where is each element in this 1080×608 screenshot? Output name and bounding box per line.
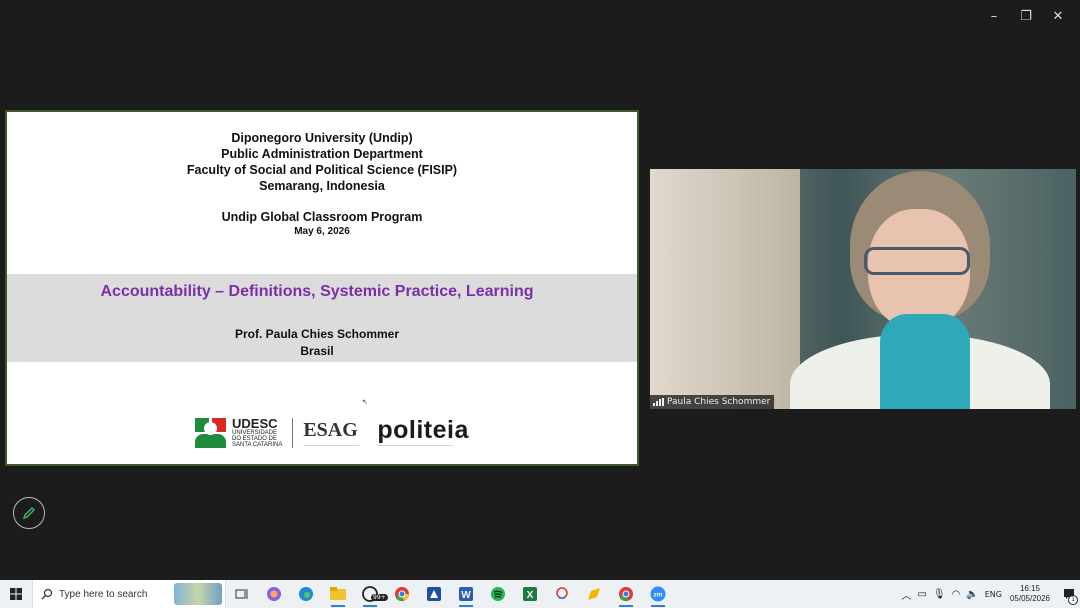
udesc-sub: SANTA CATARINA xyxy=(232,442,283,448)
excel-button[interactable]: X xyxy=(514,580,546,608)
edge-icon xyxy=(299,587,313,601)
clock-date: 05/05/2026 xyxy=(1009,594,1051,603)
word-button[interactable]: W xyxy=(450,580,482,608)
esag-logo: ESAG —————————————— xyxy=(303,419,359,447)
task-view-button[interactable] xyxy=(226,580,258,608)
esag-name: ESAG xyxy=(303,418,358,441)
window-controls: – ❐ ✕ xyxy=(978,6,1074,26)
wifi-icon[interactable]: ◠ xyxy=(952,589,961,600)
esag-tagline: —————————————— xyxy=(303,441,360,447)
signal-icon xyxy=(653,398,664,406)
clock[interactable]: 16:15 05/05/2026 xyxy=(1008,584,1052,604)
chrome-button[interactable] xyxy=(386,580,418,608)
app-button[interactable] xyxy=(418,580,450,608)
notification-count: 1 xyxy=(1068,595,1078,605)
close-button[interactable]: ✕ xyxy=(1042,6,1074,26)
file-explorer-button[interactable] xyxy=(322,580,354,608)
search-icon xyxy=(41,588,53,600)
header-line: Public Administration Department xyxy=(221,147,423,161)
clock-time: 16:15 xyxy=(1019,584,1041,593)
chevron-up-icon[interactable]: ︿ xyxy=(901,587,911,602)
participant-nameplate: Paula Chies Schommer xyxy=(650,395,775,409)
image-app-icon xyxy=(427,587,441,601)
person-scarf xyxy=(880,314,970,409)
slide-header: Diponegoro University (Undip) Public Adm… xyxy=(7,130,637,194)
zoom-button[interactable]: zm xyxy=(642,580,674,608)
active-indicator xyxy=(363,605,377,607)
word-icon: W xyxy=(459,587,473,601)
active-indicator xyxy=(459,605,473,607)
shared-slide: Diponegoro University (Undip) Public Adm… xyxy=(5,110,639,466)
politeia-logo: politeia ——————————————————— xyxy=(377,416,469,448)
person-glasses xyxy=(864,247,970,275)
zoom-icon: zm xyxy=(650,586,666,602)
politeia-name: politeia xyxy=(377,416,469,444)
svg-text:zm: zm xyxy=(653,592,662,599)
author-country: Brasil xyxy=(300,344,334,358)
edge-button[interactable] xyxy=(290,580,322,608)
microphone-icon[interactable]: 🎙 xyxy=(933,589,946,600)
restore-button[interactable]: ❐ xyxy=(1010,6,1042,26)
active-indicator xyxy=(619,605,633,607)
logo-row: UDESC UNIVERSIDADE DO ESTADO DE SANTA CA… xyxy=(195,417,469,448)
speaker-icon[interactable]: 🔈 xyxy=(966,589,978,600)
background-wall xyxy=(650,169,800,409)
spotify-button[interactable] xyxy=(482,580,514,608)
pen-app-icon xyxy=(588,588,600,600)
folder-icon xyxy=(330,587,346,600)
snipping-icon xyxy=(556,587,568,599)
header-line: Semarang, Indonesia xyxy=(259,179,385,193)
logo-divider xyxy=(292,417,294,448)
udesc-name: UDESC xyxy=(232,416,278,431)
whatsapp-button[interactable]: 99+ xyxy=(354,580,388,608)
windows-icon xyxy=(10,588,22,600)
author-name: Prof. Paula Chies Schommer xyxy=(234,327,400,341)
meet-now-icon[interactable]: ▭ xyxy=(917,589,926,600)
taskbar: Type here to search 99+ W X zm ︿ ▭ 🎙 ◠ 🔈… xyxy=(0,580,1080,608)
system-tray: ︿ ▭ 🎙 ◠ 🔈 ENG 16:15 05/05/2026 1 xyxy=(901,580,1080,608)
author-block: Prof. Paula Chies Schommer Brasil xyxy=(7,326,627,360)
search-highlight-image xyxy=(174,583,222,605)
copilot-button[interactable] xyxy=(258,580,290,608)
copilot-icon xyxy=(267,587,281,601)
udesc-logo-mark xyxy=(195,417,227,448)
mouse-cursor-icon: ↖ xyxy=(362,398,368,406)
spotify-icon xyxy=(491,587,505,601)
chrome-icon xyxy=(619,587,633,602)
snipping-tool-button[interactable] xyxy=(546,580,578,608)
taskbar-search[interactable]: Type here to search xyxy=(32,580,226,608)
chrome-icon xyxy=(395,587,409,602)
header-line: Faculty of Social and Political Science … xyxy=(186,163,458,177)
annotate-pen-button[interactable] xyxy=(13,497,45,529)
udesc-logo-text: UDESC UNIVERSIDADE DO ESTADO DE SANTA CA… xyxy=(232,417,282,448)
svg-text:X: X xyxy=(527,590,534,601)
start-button[interactable] xyxy=(0,580,32,608)
program-date: May 6, 2026 xyxy=(294,226,350,237)
active-indicator xyxy=(331,605,345,607)
minimize-button[interactable]: – xyxy=(978,6,1010,26)
slide-title: Accountability – Definitions, Systemic P… xyxy=(100,283,534,300)
title-band: Accountability – Definitions, Systemic P… xyxy=(7,274,637,362)
pencil-icon xyxy=(22,507,35,520)
participant-name: Paula Chies Schommer xyxy=(667,397,771,407)
program-name: Undip Global Classroom Program xyxy=(221,210,423,224)
task-view-icon xyxy=(235,589,248,599)
header-line: Diponegoro University (Undip) xyxy=(231,131,413,145)
search-placeholder: Type here to search xyxy=(59,588,148,600)
language-indicator[interactable]: ENG xyxy=(985,590,1002,599)
program-block: Undip Global Classroom Program May 6, 20… xyxy=(7,209,637,239)
sticky-app-button[interactable] xyxy=(578,580,610,608)
svg-text:W: W xyxy=(461,590,471,601)
active-indicator xyxy=(651,605,665,607)
participant-video[interactable] xyxy=(650,169,1076,409)
notification-button[interactable]: 1 xyxy=(1058,580,1080,608)
chrome-profile-button[interactable] xyxy=(610,580,642,608)
excel-icon: X xyxy=(523,587,537,601)
